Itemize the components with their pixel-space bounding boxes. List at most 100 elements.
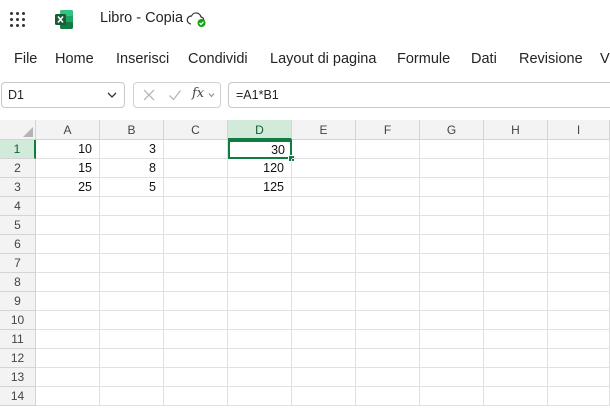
cell-c11[interactable] <box>164 330 228 349</box>
cell-g10[interactable] <box>420 311 484 330</box>
enter-check-icon[interactable] <box>168 88 182 102</box>
tab-overflow[interactable]: V <box>600 51 610 67</box>
cell-i7[interactable] <box>548 254 610 273</box>
cell-i10[interactable] <box>548 311 610 330</box>
row-header-12[interactable]: 12 <box>0 349 36 368</box>
cell-h8[interactable] <box>484 273 548 292</box>
column-header-h[interactable]: H <box>484 120 548 140</box>
cell-f9[interactable] <box>356 292 420 311</box>
cell-i9[interactable] <box>548 292 610 311</box>
cell-h13[interactable] <box>484 368 548 387</box>
cell-g2[interactable] <box>420 159 484 178</box>
cell-d7[interactable] <box>228 254 292 273</box>
cell-e12[interactable] <box>292 349 356 368</box>
row-header-1[interactable]: 1 <box>0 140 36 159</box>
cell-f13[interactable] <box>356 368 420 387</box>
cell-a1[interactable]: 10 <box>36 140 100 159</box>
tab-revisione[interactable]: Revisione <box>519 51 583 67</box>
row-header-2[interactable]: 2 <box>0 159 36 178</box>
tab-file[interactable]: File <box>14 51 37 67</box>
cell-d8[interactable] <box>228 273 292 292</box>
cell-c10[interactable] <box>164 311 228 330</box>
cell-b11[interactable] <box>100 330 164 349</box>
cell-i6[interactable] <box>548 235 610 254</box>
cell-h10[interactable] <box>484 311 548 330</box>
cell-e4[interactable] <box>292 197 356 216</box>
cell-b8[interactable] <box>100 273 164 292</box>
tab-condividi[interactable]: Condividi <box>188 51 248 67</box>
cell-f6[interactable] <box>356 235 420 254</box>
cell-a7[interactable] <box>36 254 100 273</box>
cell-i11[interactable] <box>548 330 610 349</box>
cloud-saved-icon[interactable] <box>186 10 208 28</box>
cell-g6[interactable] <box>420 235 484 254</box>
cell-c8[interactable] <box>164 273 228 292</box>
cell-i14[interactable] <box>548 387 610 406</box>
cell-e5[interactable] <box>292 216 356 235</box>
cell-e8[interactable] <box>292 273 356 292</box>
tab-layout-di-pagina[interactable]: Layout di pagina <box>270 51 376 67</box>
cell-d10[interactable] <box>228 311 292 330</box>
cell-e14[interactable] <box>292 387 356 406</box>
cell-a9[interactable] <box>36 292 100 311</box>
column-header-c[interactable]: C <box>164 120 228 140</box>
cell-i13[interactable] <box>548 368 610 387</box>
cell-f1[interactable] <box>356 140 420 159</box>
cell-h1[interactable] <box>484 140 548 159</box>
cell-f10[interactable] <box>356 311 420 330</box>
cell-e13[interactable] <box>292 368 356 387</box>
cell-h9[interactable] <box>484 292 548 311</box>
row-header-4[interactable]: 4 <box>0 197 36 216</box>
column-header-f[interactable]: F <box>356 120 420 140</box>
chevron-down-icon[interactable] <box>106 89 118 101</box>
cell-g7[interactable] <box>420 254 484 273</box>
cell-g11[interactable] <box>420 330 484 349</box>
cell-e6[interactable] <box>292 235 356 254</box>
cell-c5[interactable] <box>164 216 228 235</box>
cell-f14[interactable] <box>356 387 420 406</box>
cell-c12[interactable] <box>164 349 228 368</box>
cell-f5[interactable] <box>356 216 420 235</box>
app-launcher-icon[interactable] <box>8 10 28 30</box>
cell-d2[interactable]: 120 <box>228 159 292 178</box>
column-header-i[interactable]: I <box>548 120 610 140</box>
cell-d12[interactable] <box>228 349 292 368</box>
cell-a2[interactable]: 15 <box>36 159 100 178</box>
cell-b10[interactable] <box>100 311 164 330</box>
row-header-11[interactable]: 11 <box>0 330 36 349</box>
cell-c2[interactable] <box>164 159 228 178</box>
cell-a10[interactable] <box>36 311 100 330</box>
cell-c7[interactable] <box>164 254 228 273</box>
cell-c9[interactable] <box>164 292 228 311</box>
cell-f4[interactable] <box>356 197 420 216</box>
cell-b13[interactable] <box>100 368 164 387</box>
cell-g12[interactable] <box>420 349 484 368</box>
select-all-corner[interactable] <box>0 120 36 140</box>
cell-f11[interactable] <box>356 330 420 349</box>
cell-f7[interactable] <box>356 254 420 273</box>
insert-function-icon[interactable]: fx <box>192 86 204 101</box>
cell-a8[interactable] <box>36 273 100 292</box>
cell-a5[interactable] <box>36 216 100 235</box>
cell-b14[interactable] <box>100 387 164 406</box>
cell-d1[interactable]: 30 <box>228 140 292 159</box>
formula-input[interactable]: =A1*B1 <box>228 82 610 108</box>
document-title[interactable]: Libro - Copia <box>100 10 183 26</box>
cell-d14[interactable] <box>228 387 292 406</box>
cell-g13[interactable] <box>420 368 484 387</box>
cell-f3[interactable] <box>356 178 420 197</box>
cell-a4[interactable] <box>36 197 100 216</box>
tab-formule[interactable]: Formule <box>397 51 450 67</box>
cell-h14[interactable] <box>484 387 548 406</box>
cell-f8[interactable] <box>356 273 420 292</box>
cell-g5[interactable] <box>420 216 484 235</box>
cell-h7[interactable] <box>484 254 548 273</box>
tab-inserisci[interactable]: Inserisci <box>116 51 169 67</box>
row-header-3[interactable]: 3 <box>0 178 36 197</box>
cell-b7[interactable] <box>100 254 164 273</box>
row-header-5[interactable]: 5 <box>0 216 36 235</box>
tab-home[interactable]: Home <box>55 51 94 67</box>
column-header-b[interactable]: B <box>100 120 164 140</box>
cell-i12[interactable] <box>548 349 610 368</box>
cell-c1[interactable] <box>164 140 228 159</box>
